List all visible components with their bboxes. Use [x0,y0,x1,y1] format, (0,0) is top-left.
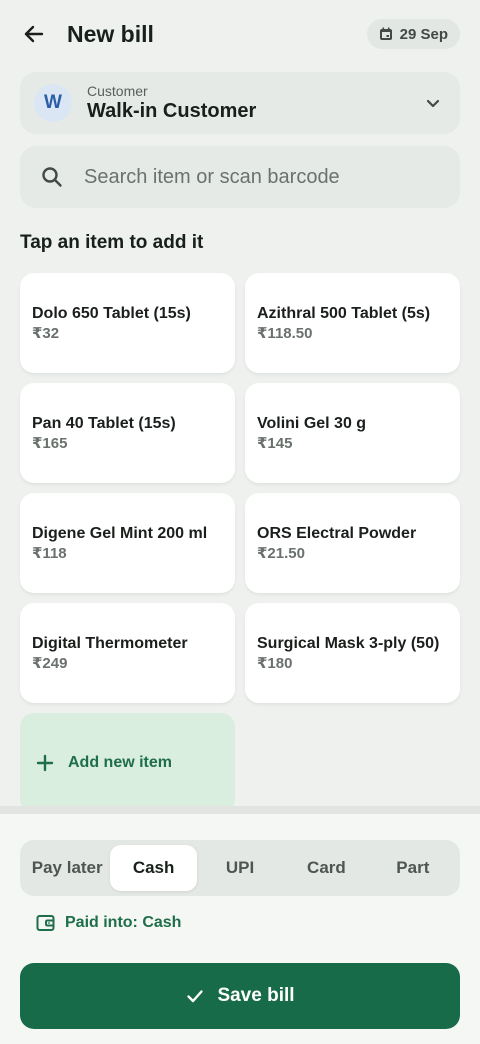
search-icon [42,167,62,187]
item-name: Volini Gel 30 g [257,414,367,432]
date-label: 29 Sep [399,25,448,43]
pay-option-upi[interactable]: UPI [197,845,283,891]
item-price: ₹165 [32,434,68,452]
pay-option-card[interactable]: Card [283,845,369,891]
item-card[interactable]: Volini Gel 30 g ₹145 [245,383,460,483]
item-price: ₹118 [32,544,67,562]
item-card[interactable]: Surgical Mask 3-ply (50) ₹180 [245,603,460,703]
add-new-item-label: Add new item [68,754,173,771]
section-title: Tap an item to add it [20,232,204,253]
item-name: Pan 40 Tablet (15s) [32,414,176,432]
avatar: W [34,84,72,122]
customer-selector[interactable]: W Customer Walk-in Customer [20,72,460,134]
customer-label: Customer [87,83,148,99]
item-card[interactable]: Azithral 500 Tablet (5s) ₹118.50 [245,273,460,373]
customer-name: Walk-in Customer [87,100,257,122]
check-icon [187,990,204,1003]
item-price: ₹180 [257,654,293,672]
item-card[interactable]: Digital Thermometer ₹249 [20,603,235,703]
payment-mode-selector: Pay later Cash UPI Card Part [20,840,460,896]
customer-text: Customer Walk-in Customer [87,83,256,123]
divider [0,806,480,814]
item-card[interactable]: Digene Gel Mint 200 ml ₹118 [20,493,235,593]
item-price: ₹249 [32,654,68,672]
item-price: ₹118.50 [257,324,313,342]
date-chip[interactable]: 29 Sep [366,19,460,49]
search-box [20,146,460,208]
search-input[interactable] [84,165,424,189]
item-name: Surgical Mask 3-ply (50) [257,634,440,652]
item-card[interactable]: Dolo 650 Tablet (15s) ₹32 [20,273,235,373]
paid-into-label: Paid into: Cash [65,914,182,931]
app-header: New bill 29 Sep [0,0,480,68]
paid-into-selector[interactable]: Paid into: Cash [36,914,181,932]
calendar-icon [379,27,392,40]
item-grid: Dolo 650 Tablet (15s) ₹32 Azithral 500 T… [20,273,460,813]
item-price: ₹32 [32,324,60,342]
item-price: ₹145 [257,434,293,452]
pay-option-cash[interactable]: Cash [110,845,197,891]
arrow-left-icon [24,25,44,43]
item-name: Azithral 500 Tablet (5s) [257,304,431,322]
wallet-icon [36,915,55,931]
pay-option-part[interactable]: Part [370,845,456,891]
back-button[interactable] [20,20,48,48]
chevron-down-icon [426,99,440,108]
item-card[interactable]: ORS Electral Powder ₹21.50 [245,493,460,593]
plus-icon [36,754,54,772]
add-new-item-button[interactable]: Add new item [20,713,235,813]
pay-option-pay-later[interactable]: Pay later [24,845,110,891]
item-name: ORS Electral Powder [257,524,417,542]
item-name: Dolo 650 Tablet (15s) [32,304,191,322]
page-title: New bill [67,20,154,47]
save-bill-button[interactable]: Save bill [20,963,460,1029]
item-price: ₹21.50 [257,544,305,562]
item-name: Digene Gel Mint 200 ml [32,524,208,542]
item-card[interactable]: Pan 40 Tablet (15s) ₹165 [20,383,235,483]
item-name: Digital Thermometer [32,634,188,652]
save-bill-label: Save bill [217,985,295,1006]
bottom-panel: Pay later Cash UPI Card Part Paid into: … [0,814,480,1044]
